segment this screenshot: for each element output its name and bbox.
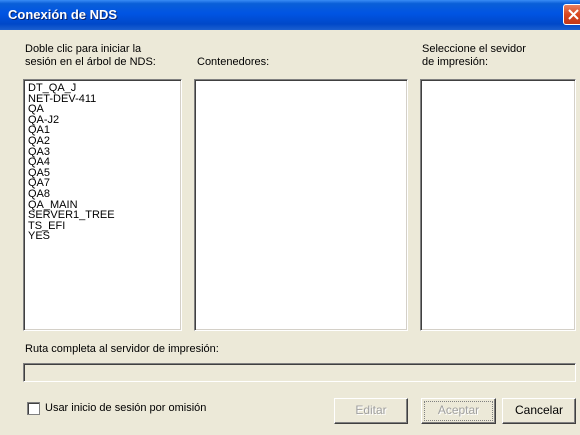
cancel-button[interactable]: Cancelar: [502, 398, 576, 424]
tree-label-line1: Doble clic para iniciar la: [25, 43, 142, 55]
containers-listbox[interactable]: [194, 79, 408, 331]
edit-button[interactable]: Editar: [334, 398, 408, 424]
window-title: Conexión de NDS: [8, 7, 118, 22]
nds-tree-list: DT_QA_J NET-DEV-411 QA QA-J2 QA1 QA2 QA3 QA4 QA5…: [28, 83, 115, 242]
tree-list-item[interactable]: QA8: [28, 189, 115, 200]
close-button[interactable]: [563, 4, 580, 25]
printserver-listbox[interactable]: [420, 79, 576, 331]
tree-list-item[interactable]: DT_QA_J: [28, 83, 115, 94]
close-icon: [568, 9, 579, 20]
printserver-label-line1: Seleccione el sevidor: [422, 43, 526, 55]
tree-label: Doble clic para iniciar la sesión en el …: [25, 43, 156, 69]
path-label: Ruta completa al servidor de impresión:: [25, 343, 219, 355]
printserver-label-line2: de impresión:: [422, 56, 489, 68]
tree-list-item[interactable]: QA2: [28, 136, 115, 147]
nds-tree-listbox[interactable]: DT_QA_J NET-DEV-411 QA QA-J2 QA1 QA2 QA3 QA4 QA5…: [23, 79, 182, 331]
tree-list-item[interactable]: YES: [28, 231, 115, 242]
accept-button[interactable]: Aceptar: [421, 398, 496, 424]
default-login-checkbox[interactable]: [27, 402, 40, 415]
containers-label: Contenedores:: [197, 56, 270, 68]
path-field: [23, 363, 576, 382]
title-bar[interactable]: Conexión de NDS: [0, 0, 580, 30]
nds-connection-dialog: Conexión de NDS Doble clic para iniciar …: [0, 0, 580, 435]
tree-label-line2: sesión en el árbol de NDS:: [25, 56, 156, 68]
printserver-label: Seleccione el sevidor de impresión:: [422, 43, 526, 69]
default-login-label[interactable]: Usar inicio de sesión por omisión: [45, 402, 206, 415]
